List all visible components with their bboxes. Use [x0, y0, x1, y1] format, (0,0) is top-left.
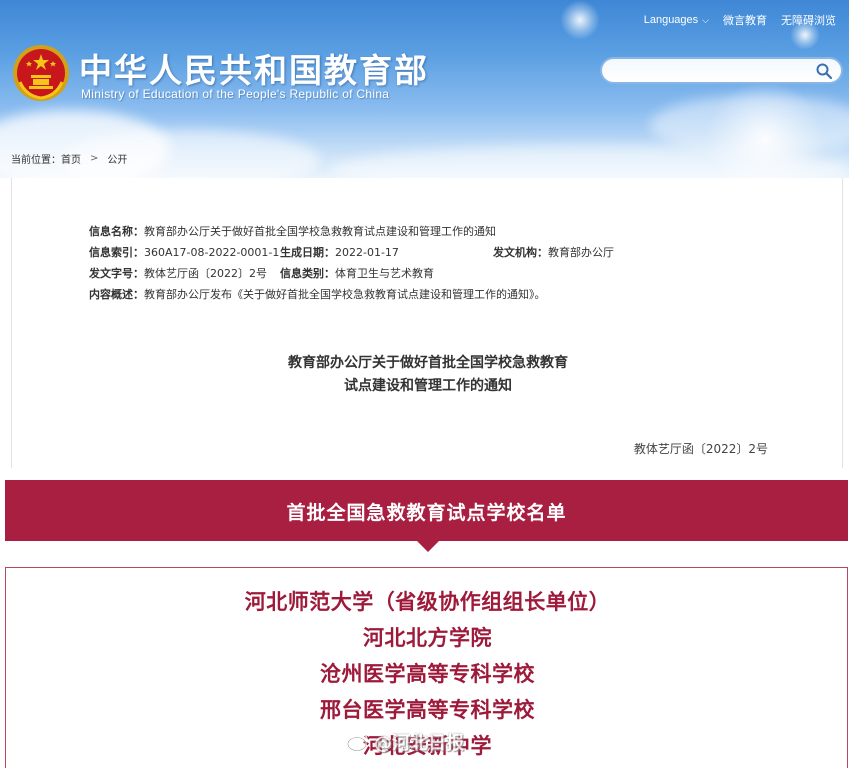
doc-number-value: 教体艺厅函〔2022〕2号 [144, 267, 267, 280]
languages-dropdown[interactable]: Languages ⌵ [637, 14, 716, 26]
ministry-name-en[interactable]: Ministry of Education of the People's Re… [81, 87, 389, 101]
meta-row-summary: 内容概述： 教育部办公厅发布《关于做好首批全国学校急救教育试点建设和管理工作的通… [89, 284, 614, 305]
info-name-label: 信息名称： [89, 225, 144, 238]
issuer-value: 教育部办公厅 [548, 246, 614, 259]
category-label: 信息类别： [280, 267, 335, 280]
national-emblem-icon[interactable] [12, 44, 70, 102]
category-value: 体育卫生与艺术教育 [335, 267, 434, 280]
weibo-icon [347, 733, 368, 752]
ministry-name-cn[interactable]: 中华人民共和国教育部 [79, 44, 429, 92]
summary-label: 内容概述： [89, 288, 144, 301]
site-header: 中华人民共和国教育部 Ministry of Education of the … [0, 0, 849, 178]
list-item: 河北师范大学（省级协作组组长单位） [244, 590, 611, 614]
list-item: 邢台医学高等专科学校 [320, 698, 535, 722]
created-date-value: 2022-01-17 [335, 246, 399, 259]
document-title-line1: 教育部办公厅关于做好首批全国学校急救教育 [288, 355, 568, 371]
document-panel: 信息名称： 教育部办公厅关于做好首批全国学校急救教育试点建设和管理工作的通知 信… [11, 178, 843, 468]
search-input[interactable] [612, 62, 812, 80]
dandelion-decoration [705, 80, 825, 178]
banner-pointer-arrow [417, 541, 439, 552]
chevron-down-icon: ⌵ [702, 14, 709, 25]
school-list-banner: 首批全国急救教育试点学校名单 [5, 480, 848, 541]
weibo-watermark: @河北日报 [346, 729, 464, 755]
dandelion-decoration [560, 0, 600, 40]
meta-row-doc-number: 发文字号： 教体艺厅函〔2022〕2号 信息类别： 体育卫生与艺术教育 [89, 263, 614, 284]
meta-row-info-name: 信息名称： 教育部办公厅关于做好首批全国学校急救教育试点建设和管理工作的通知 [89, 221, 614, 242]
search-box [600, 57, 843, 84]
info-index-value: 360A17-08-2022-0001-1 [144, 246, 280, 259]
watermark-text: @河北日报 [374, 733, 464, 754]
document-title-line2: 试点建设和管理工作的通知 [344, 378, 512, 394]
created-date-label: 生成日期： [280, 246, 335, 259]
info-index-label: 信息索引： [89, 246, 144, 259]
chevron-right-icon: > [90, 153, 99, 164]
issuer-label: 发文机构： [493, 246, 548, 259]
meta-row-info-index: 信息索引： 360A17-08-2022-0001-1 生成日期： 2022-0… [89, 242, 614, 263]
document-metadata: 信息名称： 教育部办公厅关于做好首批全国学校急救教育试点建设和管理工作的通知 信… [89, 221, 614, 305]
top-links: Languages ⌵ 微言教育 无障碍浏览 [637, 12, 843, 28]
accessibility-link[interactable]: 无障碍浏览 [774, 12, 843, 28]
breadcrumb-home-link[interactable]: 首页 [61, 151, 81, 166]
breadcrumb-prefix: 当前位置： [11, 155, 61, 166]
breadcrumb-current[interactable]: 公开 [107, 151, 127, 166]
breadcrumb: 当前位置： 首页 > 公开 [11, 151, 127, 166]
search-icon[interactable] [815, 62, 833, 80]
list-item: 沧州医学高等专科学校 [320, 662, 535, 686]
info-name-value: 教育部办公厅关于做好首批全国学校急救教育试点建设和管理工作的通知 [144, 225, 496, 238]
banner-title: 首批全国急救教育试点学校名单 [286, 502, 567, 524]
document-number: 教体艺厅函〔2022〕2号 [633, 442, 768, 456]
doc-number-label: 发文字号： [89, 267, 144, 280]
wechat-link[interactable]: 微言教育 [716, 12, 774, 28]
summary-value: 教育部办公厅发布《关于做好首批全国学校急救教育试点建设和管理工作的通知》。 [144, 288, 546, 301]
list-item: 河北北方学院 [363, 626, 492, 650]
languages-label: Languages [643, 14, 699, 26]
document-title: 教育部办公厅关于做好首批全国学校急救教育 试点建设和管理工作的通知 [12, 352, 844, 398]
